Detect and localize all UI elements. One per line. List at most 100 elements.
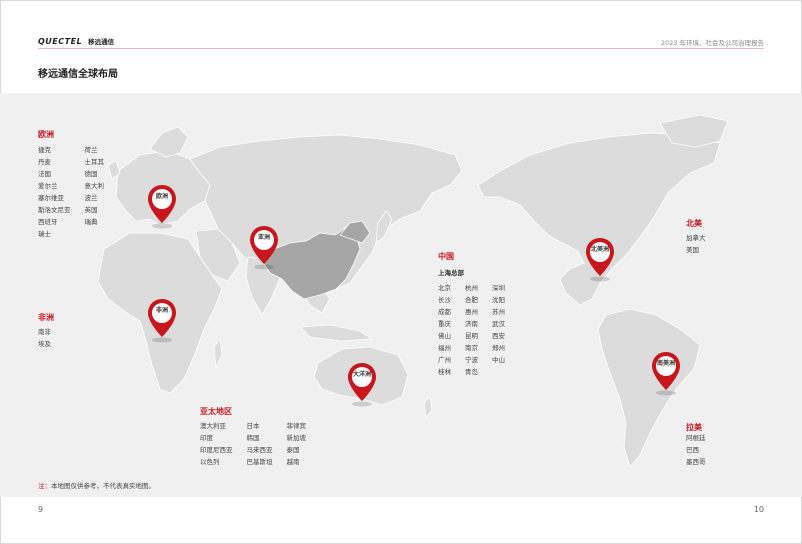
report-title: 2023 年环境、社会及公司治理报告 — [660, 39, 764, 47]
europe-country-list: 捷克 丹麦 法国 爱尔兰 塞尔维亚 斯洛文尼亚 西班牙 瑞士 荷兰 土耳其 德国 意大利 波兰 英国 瑞典 — [38, 144, 104, 240]
logo-brand: QUECTEL — [38, 36, 83, 46]
madagascar — [213, 337, 223, 369]
list-item: 沈阳 — [492, 296, 505, 304]
africa-col-1: 南非 埃及 — [38, 326, 51, 350]
list-item: 英国 — [84, 206, 98, 214]
china-city-list: 北京长沙成都重庆佛山福州广州桂林 杭州合肥惠州济南昆明南京宁波青岛 深圳沈阳苏州… — [438, 282, 505, 378]
list-item: 广州 — [438, 356, 451, 364]
header-divider — [38, 48, 764, 49]
list-item: 西班牙 — [38, 218, 58, 226]
list-item: 重庆 — [438, 320, 451, 328]
map-pin-asia: 亚洲 — [248, 224, 284, 270]
latin-america-country-list: 阿根廷 巴西 墨西哥 — [686, 432, 706, 468]
list-item: 杭州 — [465, 284, 478, 292]
list-item: 昆明 — [465, 332, 478, 340]
logo-chinese: 移远通信 — [88, 38, 115, 46]
list-item: 越南 — [286, 458, 300, 466]
list-item: 长沙 — [438, 296, 451, 304]
list-item: 墨西哥 — [686, 458, 706, 466]
list-item: 埃及 — [38, 340, 51, 348]
list-item: 佛山 — [438, 332, 451, 340]
list-item: 印度尼西亚 — [200, 446, 233, 454]
list-item: 新加坡 — [286, 434, 307, 442]
list-item: 日本 — [246, 422, 260, 430]
map-pin-africa: 非洲 — [146, 297, 182, 343]
china-headquarters: 上海总部 — [438, 269, 464, 277]
pin-label-europe: 欧洲 — [155, 193, 168, 200]
europe-col-1: 捷克 丹麦 法国 爱尔兰 塞尔维亚 斯洛文尼亚 西班牙 瑞士 — [38, 144, 71, 240]
list-item: 德国 — [84, 170, 98, 178]
map-pin-south-america: 南美洲 — [650, 350, 686, 396]
list-item: 西安 — [492, 332, 505, 340]
region-title-africa: 非洲 — [38, 313, 54, 322]
china-col-1: 北京长沙成都重庆佛山福州广州桂林 — [438, 282, 451, 378]
list-item: 苏州 — [492, 308, 505, 316]
list-item: 马来西亚 — [246, 446, 273, 454]
map-pin-europe: 欧洲 — [146, 183, 182, 229]
note-prefix: 注： — [38, 482, 51, 490]
map-pin-oceania: 大洋洲 — [346, 361, 382, 407]
list-item: 南京 — [465, 344, 478, 352]
pin-label-oceania: 大洋洲 — [352, 371, 371, 378]
list-item: 中山 — [492, 356, 505, 364]
company-logo: QUECTEL 移远通信 — [38, 36, 115, 47]
region-title-apac: 亚太地区 — [200, 407, 232, 416]
list-item: 青岛 — [465, 368, 478, 376]
map-disclaimer: 注：本地图仅供参考，不代表真实地图。 — [38, 480, 155, 490]
list-item: 土耳其 — [84, 158, 105, 166]
list-item: 捷克 — [38, 146, 51, 154]
world-map — [97, 114, 729, 468]
latin-america-col-1: 阿根廷 巴西 墨西哥 — [686, 432, 706, 468]
list-item: 韩国 — [246, 434, 260, 442]
list-item: 澳大利亚 — [200, 422, 226, 430]
list-item: 加拿大 — [686, 234, 706, 242]
apac-col-2: 日本 韩国 马来西亚 巴基斯坦 — [247, 420, 273, 468]
list-item: 宁波 — [465, 356, 478, 364]
region-title-china: 中国 — [438, 252, 454, 261]
list-item: 济南 — [465, 320, 478, 328]
pin-label-africa: 非洲 — [155, 307, 168, 314]
list-item: 福州 — [438, 344, 451, 352]
map-pin-north-america: 北美洲 — [584, 236, 620, 282]
list-item: 桂林 — [438, 368, 451, 376]
list-item: 法国 — [38, 170, 51, 178]
list-item: 意大利 — [84, 182, 105, 190]
north-america-country-list: 加拿大 美国 — [686, 232, 706, 256]
list-item: 荷兰 — [84, 146, 98, 154]
apac-country-list: 澳大利亚 印度 印度尼西亚 以色列 日本 韩国 马来西亚 巴基斯坦 菲律宾 新加坡 泰国 越南 — [200, 420, 306, 468]
list-item: 菲律宾 — [286, 422, 307, 430]
list-item: 波兰 — [84, 194, 98, 202]
europe-col-2: 荷兰土耳其德国意大利波兰英国瑞典 — [85, 144, 105, 240]
region-title-europe: 欧洲 — [38, 130, 54, 139]
list-item: 丹麦 — [38, 158, 51, 166]
list-item: 郑州 — [492, 344, 505, 352]
north-america-col-1: 加拿大 美国 — [686, 232, 706, 256]
pin-label-asia: 亚洲 — [257, 234, 270, 241]
list-item: 南非 — [38, 328, 51, 336]
list-item: 阿根廷 — [686, 434, 706, 442]
page-number-right: 10 — [753, 505, 764, 514]
pin-label-north-america: 北美洲 — [590, 246, 609, 253]
list-item: 瑞士 — [38, 230, 51, 238]
list-item: 合肥 — [465, 296, 478, 304]
list-item: 北京 — [438, 284, 451, 292]
list-item: 成都 — [438, 308, 451, 316]
page-number-left: 9 — [38, 505, 44, 514]
list-item: 武汉 — [492, 320, 505, 328]
china-col-2: 杭州合肥惠州济南昆明南京宁波青岛 — [465, 282, 478, 378]
new-zealand — [423, 396, 433, 418]
pin-label-south-america: 南美洲 — [656, 360, 675, 367]
list-item: 惠州 — [465, 308, 478, 316]
indonesia — [299, 324, 374, 342]
page-title: 移远通信全球布局 — [38, 69, 118, 80]
list-item: 塞尔维亚 — [38, 194, 64, 202]
list-item: 瑞典 — [84, 218, 98, 226]
list-item: 印度 — [200, 434, 213, 442]
region-title-north-america: 北美 — [686, 219, 702, 228]
apac-col-3: 菲律宾 新加坡 泰国 越南 — [287, 420, 307, 468]
china-col-3: 深圳沈阳苏州武汉西安郑州中山 — [492, 282, 505, 378]
list-item: 斯洛文尼亚 — [38, 206, 71, 214]
list-item: 深圳 — [492, 284, 505, 292]
list-item: 以色列 — [200, 458, 220, 466]
note-text: 本地图仅供参考，不代表真实地图。 — [51, 482, 155, 490]
